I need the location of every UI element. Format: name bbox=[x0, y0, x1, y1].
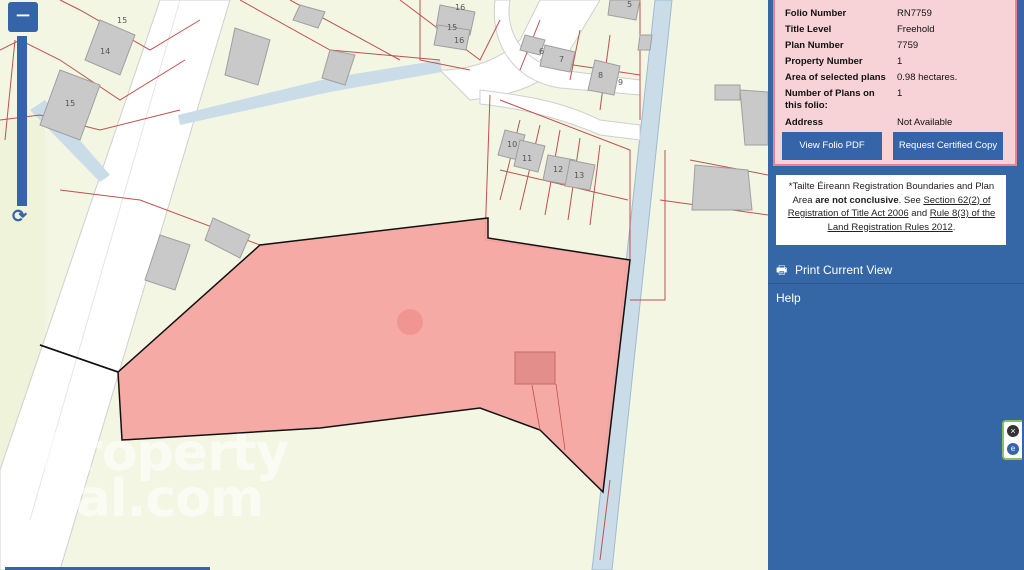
side-panel: Folio Number RN7759 Title Level Freehold P… bbox=[768, 0, 1024, 570]
house-number: 15 bbox=[447, 23, 457, 32]
watermark-logo: Property Pal.com bbox=[40, 423, 289, 529]
house-number: 14 bbox=[100, 47, 110, 56]
house-number: 7 bbox=[559, 55, 564, 64]
house-number: 16 bbox=[454, 36, 464, 45]
house-number: 15 bbox=[65, 99, 75, 108]
printer-icon: 🖶 bbox=[776, 263, 788, 277]
request-certified-copy-button[interactable]: Request Certified Copy bbox=[893, 132, 1003, 160]
zoom-out-button[interactable]: − bbox=[8, 2, 38, 32]
help-item[interactable]: Help bbox=[768, 285, 1024, 311]
house-number: 11 bbox=[522, 154, 532, 163]
house-number: 16 bbox=[455, 3, 465, 12]
refresh-icon[interactable]: ⟳ bbox=[12, 206, 27, 227]
house-number: 9 bbox=[618, 78, 623, 87]
house-number: 6 bbox=[539, 47, 544, 56]
zoom-slider[interactable] bbox=[17, 36, 27, 206]
side-widget[interactable]: × e bbox=[1002, 420, 1022, 460]
house-number: 15 bbox=[117, 16, 127, 25]
disclaimer-note: *Tailte Éireann Registration Boundaries … bbox=[775, 174, 1007, 246]
house-number: 5 bbox=[627, 0, 632, 9]
house-number: 10 bbox=[507, 140, 517, 149]
info-icon[interactable]: e bbox=[1007, 443, 1019, 455]
map-view[interactable]: 15 14 15 16 15 16 5 6 7 8 9 10 11 12 13 … bbox=[0, 0, 768, 570]
house-number: 12 bbox=[553, 165, 563, 174]
view-folio-pdf-button[interactable]: View Folio PDF bbox=[782, 132, 882, 160]
house-number: 8 bbox=[598, 71, 603, 80]
folio-info-box: Folio Number RN7759 Title Level Freehold P… bbox=[773, 0, 1017, 166]
print-current-view-item[interactable]: 🖶 Print Current View bbox=[768, 257, 1024, 284]
close-icon[interactable]: × bbox=[1007, 425, 1019, 437]
house-number: 13 bbox=[574, 171, 584, 180]
